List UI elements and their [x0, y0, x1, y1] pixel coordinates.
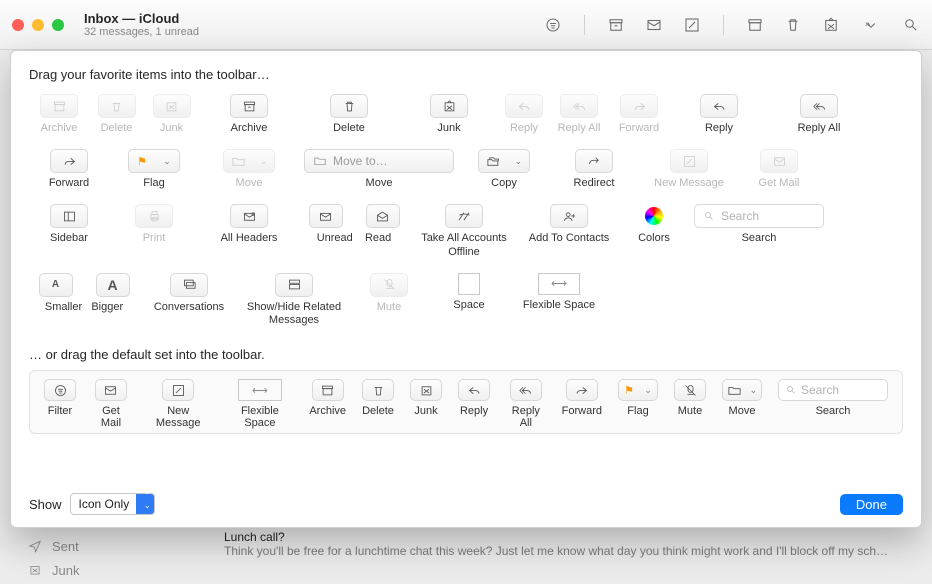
traffic-lights [12, 19, 64, 31]
instruction-text: Drag your favorite items into the toolba… [29, 67, 903, 82]
default-toolbar-set[interactable]: Filter Get Mail New Message Flexible Spa… [29, 370, 903, 434]
color-wheel-icon [645, 207, 663, 225]
default-flexspace[interactable]: Flexible Space [219, 379, 302, 429]
default-flag[interactable]: ⚑⌄Flag [610, 379, 666, 417]
item-delete[interactable]: Delete [299, 94, 399, 135]
item-delete-disabled[interactable]: Delete [89, 94, 144, 135]
item-archive[interactable]: Archive [199, 94, 299, 135]
done-button[interactable]: Done [840, 494, 903, 515]
item-archive-disabled[interactable]: Archive [29, 94, 89, 135]
window-titlebar: Inbox — iCloud 32 messages, 1 unread » [0, 0, 932, 50]
close-window-button[interactable] [12, 19, 24, 31]
item-unread-read[interactable]: Unread Read [299, 204, 409, 258]
item-mute-disabled[interactable]: Mute [349, 273, 429, 327]
item-newmessage-disabled[interactable]: New Message [639, 149, 739, 190]
default-newmessage[interactable]: New Message [138, 379, 219, 429]
default-archive[interactable]: Archive [301, 379, 354, 417]
item-copy[interactable]: ⌄Copy [459, 149, 549, 190]
overflow-icon[interactable]: » [862, 16, 880, 34]
item-addcontacts[interactable]: Add To Contacts [519, 204, 619, 258]
default-move[interactable]: ⌄Move [714, 379, 770, 417]
archive2-icon[interactable] [746, 16, 764, 34]
sidebar-item-junk[interactable]: Junk [28, 558, 210, 582]
bigger-icon[interactable]: A [96, 273, 130, 297]
show-mode-select[interactable]: Icon Only [70, 493, 155, 515]
item-getmail-disabled[interactable]: Get Mail [739, 149, 819, 190]
space-icon [458, 273, 480, 295]
toolbar-separator [723, 15, 724, 35]
getmail-icon[interactable] [645, 16, 663, 34]
sidebar-item-sent[interactable]: Sent [28, 534, 210, 558]
item-search[interactable]: SearchSearch [689, 204, 829, 258]
message-subject: Lunch call? [224, 530, 918, 544]
toolbar: » [544, 15, 920, 35]
item-junk[interactable]: Junk [399, 94, 499, 135]
item-move-disabled[interactable]: ⌄Move [199, 149, 299, 190]
item-space[interactable]: Space [429, 273, 509, 327]
item-colors[interactable]: Colors [619, 204, 689, 258]
item-print[interactable]: Print [109, 204, 199, 258]
default-mute[interactable]: Mute [666, 379, 714, 417]
item-replyall-disabled[interactable]: Reply All [549, 94, 609, 135]
item-replyall[interactable]: Reply All [769, 94, 869, 135]
junk-icon[interactable] [822, 16, 840, 34]
item-moveto[interactable]: Move to…Move [299, 149, 459, 190]
item-reply[interactable]: Reply [669, 94, 769, 135]
compose-icon[interactable] [683, 16, 701, 34]
smaller-icon[interactable]: A [39, 273, 73, 297]
filter-icon[interactable] [544, 16, 562, 34]
unread-icon[interactable] [309, 204, 343, 228]
item-allheaders[interactable]: All Headers [199, 204, 299, 258]
window-title: Inbox — iCloud [84, 11, 199, 26]
default-forward[interactable]: Forward [554, 379, 610, 417]
toolbar-separator [584, 15, 585, 35]
minimize-window-button[interactable] [32, 19, 44, 31]
zoom-window-button[interactable] [52, 19, 64, 31]
default-replyall[interactable]: Reply All [498, 379, 554, 429]
item-conversations[interactable]: Conversations [139, 273, 239, 327]
show-label: Show [29, 497, 62, 512]
archive-icon[interactable] [607, 16, 625, 34]
customize-toolbar-sheet: Drag your favorite items into the toolba… [10, 50, 922, 528]
item-reply-disabled[interactable]: Reply [499, 94, 549, 135]
item-flexible-space[interactable]: Flexible Space [509, 273, 609, 327]
read-icon[interactable] [366, 204, 400, 228]
default-reply[interactable]: Reply [450, 379, 498, 417]
item-smaller-bigger[interactable]: AASmaller Bigger [29, 273, 139, 327]
item-flag[interactable]: ⚑⌄Flag [109, 149, 199, 190]
window-subtitle: 32 messages, 1 unread [84, 26, 199, 38]
svg-text:»: » [865, 18, 870, 28]
trash-icon[interactable] [784, 16, 802, 34]
flexible-space-icon [538, 273, 580, 295]
item-sidebar[interactable]: Sidebar [29, 204, 109, 258]
default-filter[interactable]: Filter [36, 379, 84, 417]
search-icon[interactable] [902, 16, 920, 34]
item-showhide-related[interactable]: Show/Hide Related Messages [239, 273, 349, 327]
default-delete[interactable]: Delete [354, 379, 402, 417]
sidebar-background: Sent Junk [0, 528, 210, 584]
message-snippet: Think you'll be free for a lunchtime cha… [224, 544, 918, 558]
default-instruction-text: … or drag the default set into the toolb… [29, 347, 903, 362]
message-preview-background: Lunch call? Think you'll be free for a l… [220, 528, 922, 584]
item-forward-disabled[interactable]: Forward [609, 94, 669, 135]
item-redirect[interactable]: Redirect [549, 149, 639, 190]
item-forward[interactable]: Forward [29, 149, 109, 190]
item-offline[interactable]: Take All Accounts Offline [409, 204, 519, 258]
default-junk[interactable]: Junk [402, 379, 450, 417]
default-getmail[interactable]: Get Mail [84, 379, 138, 429]
item-junk-disabled[interactable]: Junk [144, 94, 199, 135]
default-search[interactable]: SearchSearch [770, 379, 896, 417]
